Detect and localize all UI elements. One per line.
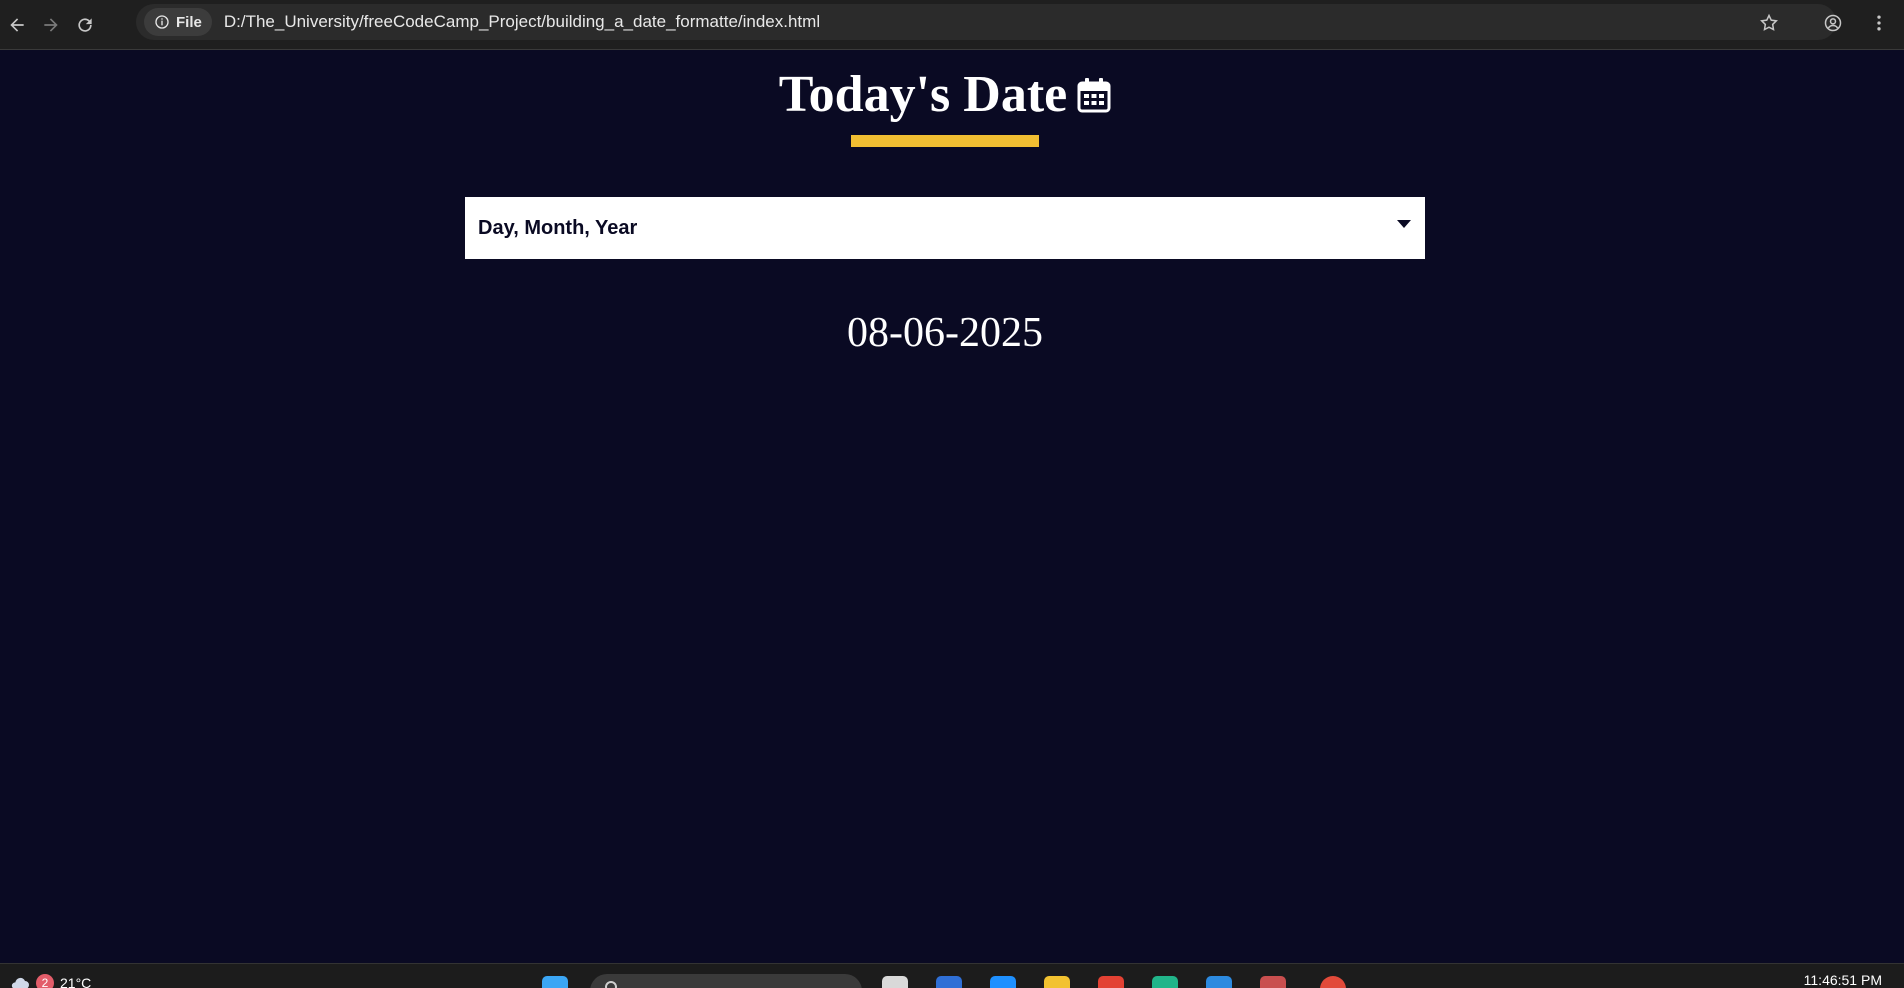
url-text[interactable]: D:/The_University/freeCodeCamp_Project/b… [224, 12, 820, 32]
taskbar-clock[interactable]: 11:46:51 PM [1804, 972, 1882, 988]
arrow-right-icon [44, 17, 58, 32]
title-underline [851, 135, 1039, 147]
date-format-select[interactable]: Day, Month, Year [465, 197, 1425, 259]
calendar-icon [1077, 78, 1111, 113]
weather-temp: 21°C [60, 975, 92, 988]
chrome-profile-icon[interactable] [1098, 976, 1124, 988]
taskbar-search[interactable] [590, 974, 862, 988]
bookmark-star-button[interactable] [1754, 8, 1784, 38]
kebab-menu-icon [1877, 15, 1881, 31]
task-view-icon[interactable] [882, 976, 908, 988]
start-windows-icon[interactable] [542, 976, 568, 988]
search-icon [605, 981, 617, 988]
browser-menu-button[interactable] [1864, 8, 1894, 38]
file-explorer-icon[interactable] [1044, 976, 1070, 988]
date-format-selected-value: Day, Month, Year [478, 216, 638, 239]
app-icon[interactable] [936, 976, 962, 988]
profile-button[interactable] [1818, 8, 1848, 38]
vscode-icon[interactable] [1206, 976, 1232, 988]
profile-icon [1824, 14, 1842, 32]
back-button[interactable] [0, 8, 34, 42]
star-icon [1760, 13, 1778, 31]
cloud-icon [11, 977, 29, 988]
edge-icon[interactable] [1152, 976, 1178, 988]
info-icon [155, 15, 169, 29]
site-info-chip[interactable]: File [144, 8, 212, 36]
app-icon-2[interactable] [1260, 976, 1286, 988]
reload-icon [78, 17, 92, 32]
store-icon[interactable] [990, 976, 1016, 988]
page-title: Today's Date [0, 65, 1890, 124]
weather-widget[interactable]: 2 21°C [10, 968, 91, 988]
arrow-left-icon [10, 17, 24, 32]
reload-button[interactable] [68, 8, 102, 42]
os-taskbar: 2 21°C 11:46:51 PM [0, 963, 1904, 988]
page-title-text: Today's Date [778, 66, 1068, 123]
page-body: Today's Date Day, Month, Year 08-06-2025 [0, 51, 1904, 963]
browser-toolbar: File D:/The_University/freeCodeCamp_Proj… [0, 0, 1904, 50]
forward-button[interactable] [34, 8, 68, 42]
site-info-label: File [176, 13, 202, 31]
address-bar[interactable]: File D:/The_University/freeCodeCamp_Proj… [136, 4, 1836, 40]
weather-badge: 2 [36, 974, 54, 988]
current-date: 08-06-2025 [847, 310, 1043, 356]
chrome-icon[interactable] [1320, 976, 1346, 988]
chevron-down-icon [1397, 220, 1411, 228]
